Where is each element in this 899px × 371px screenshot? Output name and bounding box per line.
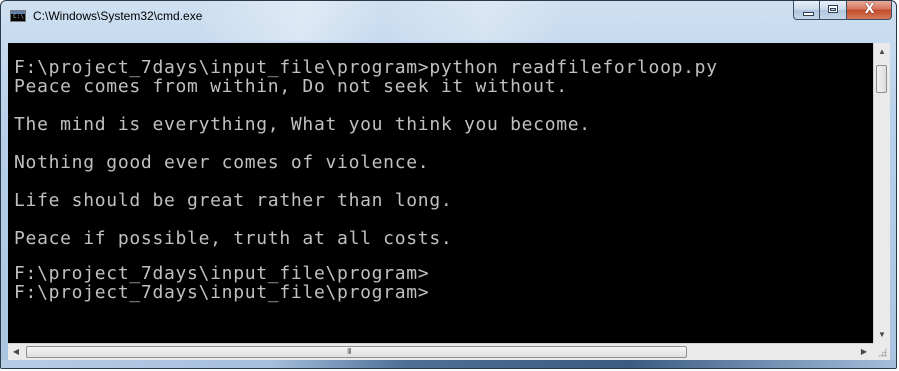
console-output[interactable]: F:\project_7days\input_file\program>pyth…	[8, 43, 873, 343]
console-line-output-5: Peace if possible, truth at all costs.	[14, 228, 453, 249]
vertical-scroll-thumb[interactable]	[876, 65, 887, 93]
scroll-up-arrow-icon[interactable]: ▲	[874, 43, 890, 60]
console-line-output-2: The mind is everything, What you think y…	[14, 114, 591, 135]
console-line-output-4: Life should be great rather than long.	[14, 190, 453, 211]
scroll-grip-icon: III	[347, 347, 352, 356]
resize-grip-icon[interactable]	[873, 343, 890, 360]
vertical-scrollbar[interactable]: ▲ ▼	[873, 43, 890, 343]
console-line-output-3: Nothing good ever comes of violence.	[14, 152, 430, 173]
horizontal-scroll-thumb[interactable]: III	[26, 346, 687, 358]
maximize-button[interactable]	[820, 1, 847, 20]
close-button[interactable]: X	[847, 1, 892, 20]
scroll-down-arrow-icon[interactable]: ▼	[874, 326, 890, 343]
console-line-prompt-command: F:\project_7days\input_file\program>pyth…	[14, 57, 718, 78]
scroll-left-arrow-icon[interactable]: ◀	[8, 344, 24, 360]
title-bar[interactable]: C:\ C:\Windows\System32\cmd.exe X	[1, 1, 896, 31]
cmd-icon-text: C:\	[13, 13, 24, 20]
console-line-prompt-2: F:\project_7days\input_file\program>	[14, 282, 430, 303]
window-title: C:\Windows\System32\cmd.exe	[33, 9, 203, 23]
cmd-icon[interactable]: C:\	[10, 10, 26, 22]
horizontal-scrollbar[interactable]: ◀ III ▶	[8, 343, 873, 360]
scroll-right-arrow-icon[interactable]: ▶	[856, 344, 872, 360]
taskbar-strip	[1, 360, 896, 368]
caption-buttons: X	[793, 1, 892, 21]
minimize-icon	[803, 12, 814, 16]
cmd-window: C:\ C:\Windows\System32\cmd.exe X F:\pro…	[0, 0, 897, 369]
console-line-prompt-1: F:\project_7days\input_file\program>	[14, 263, 430, 284]
close-icon: X	[864, 2, 875, 17]
minimize-button[interactable]	[793, 1, 820, 20]
maximize-icon	[828, 5, 838, 13]
console-line-output-1: Peace comes from within, Do not seek it …	[14, 76, 568, 97]
